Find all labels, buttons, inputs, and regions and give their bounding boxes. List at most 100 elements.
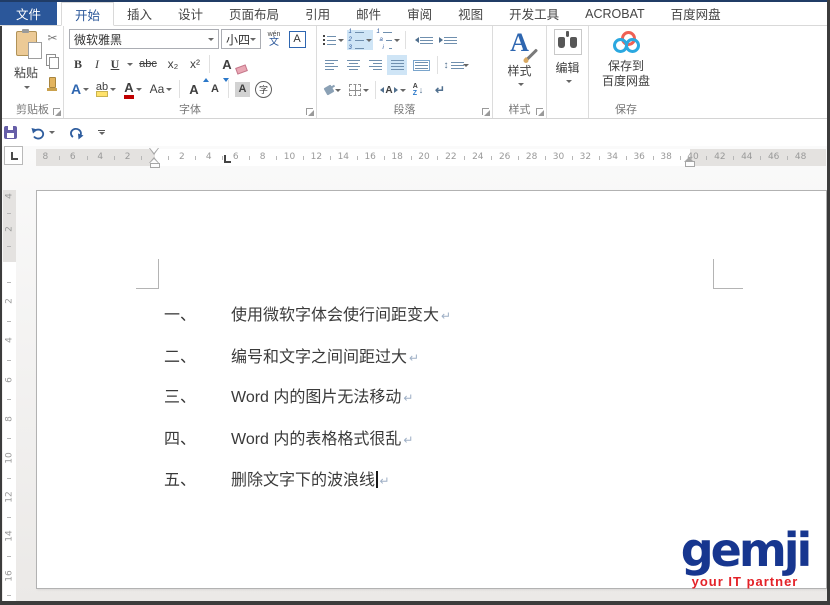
ruler-number: 12 (5, 491, 15, 504)
justify-button[interactable] (387, 55, 407, 75)
ruler-tick (114, 156, 115, 160)
ruler-tick (680, 156, 681, 160)
ribbon-tab[interactable]: 页面布局 (216, 2, 292, 25)
ruler-tick (7, 213, 11, 214)
bold-button[interactable]: B (69, 54, 87, 74)
paste-button[interactable]: 粘贴 (7, 29, 45, 103)
strikethrough-button[interactable]: abc (135, 54, 161, 74)
line-text: Word 内的图片无法移动↵ (231, 383, 413, 407)
paragraph-dialog-launcher[interactable] (482, 108, 489, 115)
ruler-horizontal[interactable]: 8642246810121416182022242628303234363840… (36, 149, 826, 166)
character-shading-button[interactable]: A (233, 79, 252, 99)
ruler-number: 28 (526, 149, 537, 166)
redo-button[interactable] (69, 126, 84, 140)
document-page[interactable]: 一、使用微软字体会使行间距变大↵二、编号和文字之间间距过大↵三、Word 内的图… (36, 190, 827, 589)
customize-qat-button[interactable] (98, 130, 105, 135)
ruler-tick (222, 156, 223, 160)
ruler-number: 2 (5, 223, 15, 236)
phonetic-guide-button[interactable]: wén 文 (263, 29, 285, 49)
decrease-indent-button[interactable] (410, 30, 432, 50)
grow-font-button[interactable]: A (184, 79, 204, 99)
increase-indent-button[interactable] (434, 30, 456, 50)
ruler-tick (518, 156, 519, 160)
align-left-button[interactable] (321, 55, 341, 75)
ribbon-tab[interactable]: 审阅 (394, 2, 445, 25)
multilevel-list-button[interactable]: 1 a i (375, 30, 401, 50)
ribbon-tab[interactable]: 开发工具 (496, 2, 572, 25)
enclose-characters-button[interactable]: 字 (254, 79, 273, 99)
font-size-value: 小四 (226, 31, 250, 48)
save-to-baidu-button[interactable]: 保存到 百度网盘 (593, 29, 659, 89)
highlight-color-button[interactable]: ab (93, 79, 119, 99)
styles-button[interactable]: A 样式 (497, 29, 542, 86)
ruler-number: 24 (472, 149, 483, 166)
font-color-button[interactable]: A (121, 79, 145, 99)
subscript-button[interactable]: x₂ (163, 54, 183, 74)
ruler-tick (357, 156, 358, 160)
clipboard-dialog-launcher[interactable] (53, 108, 60, 115)
ruler-tick (168, 156, 169, 160)
editing-dropdown-arrow (566, 80, 572, 83)
ruler-tick (384, 156, 385, 160)
underline-dropdown-arrow[interactable] (127, 63, 133, 66)
shrink-font-button[interactable]: A (206, 79, 224, 99)
ruler-tick (7, 478, 11, 479)
ruler-tick (276, 156, 277, 160)
tab-selector-button[interactable] (4, 146, 23, 165)
bullets-button[interactable] (321, 30, 345, 50)
text-effects-button[interactable]: A (69, 79, 91, 99)
copy-icon[interactable] (46, 54, 56, 66)
logo-wordmark: gemji (665, 527, 825, 573)
underline-button[interactable]: U (107, 54, 123, 74)
font-size-combobox[interactable]: 小四 (221, 29, 261, 49)
format-painter-icon[interactable] (49, 77, 56, 88)
save-icon[interactable] (4, 126, 17, 139)
ruler-tick (249, 156, 250, 160)
numbering-button[interactable]: 1 2 3 (347, 30, 373, 50)
distributed-button[interactable] (409, 55, 433, 75)
divider (228, 80, 229, 98)
ribbon-tab[interactable]: 百度网盘 (658, 2, 734, 25)
superscript-button[interactable]: x² (185, 54, 205, 74)
borders-button[interactable] (347, 80, 371, 100)
asian-layout-button[interactable]: A (380, 80, 406, 100)
save-group-label: 保存 (589, 101, 663, 117)
clear-formatting-letter: A (222, 57, 231, 72)
ribbon-tab[interactable]: 插入 (114, 2, 165, 25)
left-indent-marker[interactable] (150, 163, 160, 168)
character-border-icon: A (289, 31, 306, 48)
align-right-button[interactable] (365, 55, 385, 75)
styles-dialog-launcher[interactable] (536, 108, 543, 115)
undo-button[interactable] (31, 126, 55, 140)
line-spacing-button[interactable]: ↕ (442, 55, 470, 75)
multilevel-list-icon: 1 a i (377, 29, 392, 51)
italic-button[interactable]: I (89, 54, 105, 74)
show-marks-button[interactable]: ↵ (430, 80, 450, 100)
cut-icon[interactable]: ✂ (47, 31, 57, 45)
font-color-icon: A (124, 80, 133, 99)
align-center-button[interactable] (343, 55, 363, 75)
ruler-vertical[interactable]: 42246810121416 (3, 190, 16, 601)
change-case-button[interactable]: Aa (147, 79, 175, 99)
clipboard-small-buttons: ✂ (46, 31, 59, 88)
first-line-indent-marker[interactable] (149, 148, 159, 155)
font-name-combobox[interactable]: 微软雅黑 (69, 29, 219, 49)
sort-button[interactable]: AZ ↓ (408, 80, 428, 100)
shrink-font-letter: A (211, 83, 219, 95)
tab-stop-marker[interactable] (224, 155, 231, 163)
font-dialog-launcher[interactable] (306, 108, 313, 115)
ribbon-tab[interactable]: 开始 (61, 2, 114, 26)
clear-formatting-button[interactable]: A (214, 54, 240, 74)
ribbon-tab[interactable]: 引用 (292, 2, 343, 25)
change-case-dropdown-arrow (166, 88, 172, 91)
ruler-tick (626, 156, 627, 160)
ribbon-tab[interactable]: 邮件 (343, 2, 394, 25)
character-border-button[interactable]: A (287, 29, 307, 49)
ribbon-tab[interactable]: 视图 (445, 2, 496, 25)
shading-button[interactable] (321, 80, 345, 100)
ribbon-tab[interactable]: ACROBAT (572, 2, 658, 25)
line-text: 编号和文字之间间距过大↵ (231, 343, 419, 367)
ribbon-tab[interactable]: 设计 (165, 2, 216, 25)
editing-button[interactable]: 编辑 (551, 29, 584, 83)
tab-file[interactable]: 文件 (0, 2, 57, 25)
